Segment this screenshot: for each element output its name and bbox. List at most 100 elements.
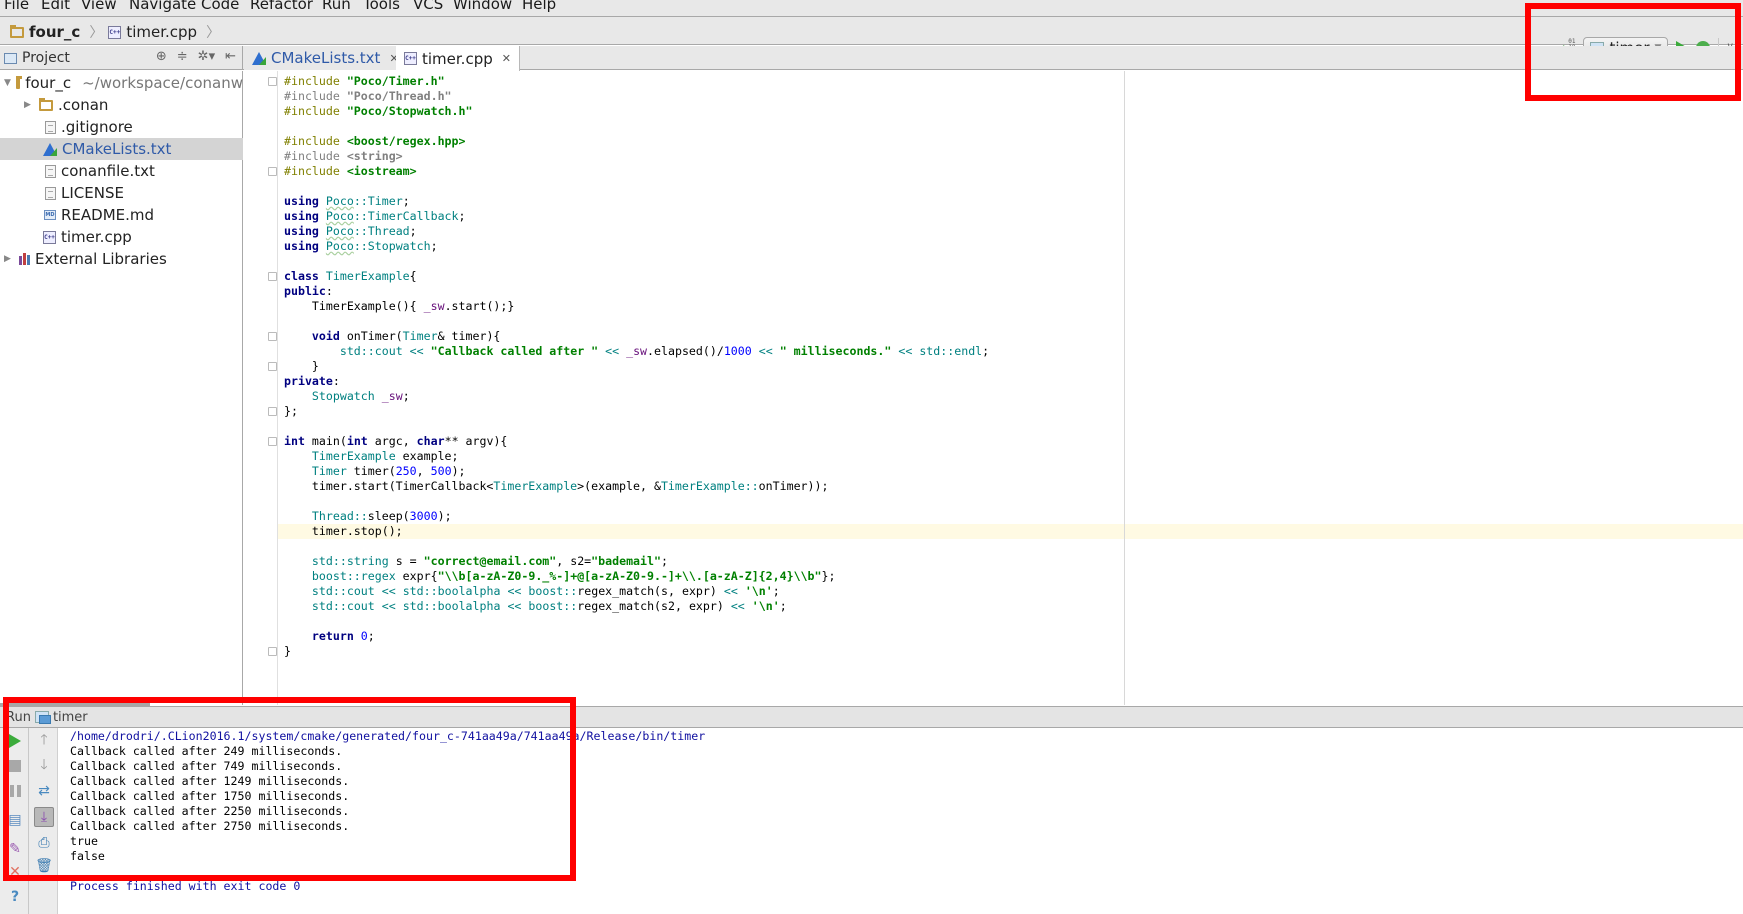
- code-line[interactable]: [284, 179, 989, 194]
- scroll-down-icon[interactable]: 🡓: [34, 756, 54, 776]
- code-line[interactable]: public:: [284, 284, 989, 299]
- run-panel-config[interactable]: timer: [53, 710, 88, 725]
- code-line[interactable]: [284, 419, 989, 434]
- code-line[interactable]: Thread::sleep(3000);: [284, 509, 989, 524]
- collapse-all-icon[interactable]: ≑: [177, 49, 188, 64]
- tree-item-readme[interactable]: MD README.md: [0, 204, 243, 226]
- code-line[interactable]: #include <string>: [284, 149, 989, 164]
- code-editor[interactable]: #include "Poco/Timer.h" #include "Poco/Th…: [244, 71, 1743, 705]
- fold-icon[interactable]: [268, 272, 277, 281]
- stop-icon[interactable]: [5, 756, 25, 776]
- code-line[interactable]: return 0;: [284, 629, 989, 644]
- code-line[interactable]: using Poco::TimerCallback;: [284, 209, 989, 224]
- tree-item-cmakelists[interactable]: CMakeLists.txt: [0, 138, 243, 160]
- cpp-file-icon: C++: [43, 230, 56, 244]
- code-line[interactable]: std::cout << std::boolalpha << boost::re…: [284, 584, 989, 599]
- menu-help[interactable]: Help: [522, 0, 556, 13]
- fold-icon[interactable]: [268, 362, 277, 371]
- code-line[interactable]: using Poco::Thread;: [284, 224, 989, 239]
- menu-edit[interactable]: Edit: [41, 0, 70, 13]
- menu-refactor[interactable]: Refactor: [250, 0, 313, 13]
- tab-cmakelists[interactable]: CMakeLists.txt ✕: [244, 46, 408, 70]
- close-icon[interactable]: ✕: [5, 862, 25, 882]
- code-content[interactable]: #include "Poco/Timer.h" #include "Poco/Th…: [284, 74, 989, 659]
- pin-icon[interactable]: ✎: [5, 839, 25, 859]
- breadcrumb-file[interactable]: timer.cpp: [126, 23, 197, 41]
- code-line[interactable]: int main(int argc, char** argv){: [284, 434, 989, 449]
- menu-navigate[interactable]: Navigate: [129, 0, 196, 13]
- code-line[interactable]: TimerExample example;: [284, 449, 989, 464]
- code-line[interactable]: #include "Poco/Timer.h": [284, 74, 989, 89]
- run-panel-title[interactable]: Run: [6, 710, 31, 725]
- code-line[interactable]: }: [284, 359, 989, 374]
- close-icon[interactable]: ✕: [502, 52, 511, 65]
- tree-item-root[interactable]: ▼ four_c ~/workspace/conanw: [0, 72, 243, 94]
- fold-icon[interactable]: [268, 437, 277, 446]
- scroll-up-icon[interactable]: 🡑: [34, 731, 54, 751]
- tab-timer-cpp[interactable]: C++ timer.cpp ✕: [396, 46, 520, 71]
- code-line[interactable]: }: [284, 644, 989, 659]
- console-output[interactable]: /home/drodri/.CLion2016.1/system/cmake/g…: [70, 729, 705, 894]
- code-line[interactable]: Timer timer(250, 500);: [284, 464, 989, 479]
- clear-icon[interactable]: 🗑: [34, 856, 54, 876]
- code-line[interactable]: };: [284, 404, 989, 419]
- code-line[interactable]: [284, 494, 989, 509]
- rerun-icon[interactable]: [5, 731, 25, 751]
- code-line[interactable]: [284, 614, 989, 629]
- fold-icon[interactable]: [268, 647, 277, 656]
- tree-item-timer-cpp[interactable]: C++ timer.cpp: [0, 226, 243, 248]
- code-line[interactable]: #include "Poco/Stopwatch.h": [284, 104, 989, 119]
- fold-icon[interactable]: [268, 167, 277, 176]
- code-line[interactable]: TimerExample(){ _sw.start();}: [284, 299, 989, 314]
- pause-icon[interactable]: [5, 781, 25, 801]
- code-line[interactable]: Stopwatch _sw;: [284, 389, 989, 404]
- menu-view[interactable]: View: [81, 0, 117, 13]
- code-line[interactable]: [284, 314, 989, 329]
- tree-item-external-libraries[interactable]: ▶ External Libraries: [0, 248, 243, 270]
- gear-icon[interactable]: ✲▾: [198, 49, 215, 64]
- code-line[interactable]: class TimerExample{: [284, 269, 989, 284]
- menu-vcs[interactable]: VCS: [413, 0, 443, 13]
- code-line[interactable]: #include <boost/regex.hpp>: [284, 134, 989, 149]
- code-line[interactable]: void onTimer(Timer& timer){: [284, 329, 989, 344]
- code-line[interactable]: timer.stop();: [284, 524, 989, 539]
- code-line[interactable]: [284, 119, 989, 134]
- soft-wrap-icon[interactable]: ⇄: [34, 781, 54, 801]
- tree-item-conan[interactable]: ▶ .conan: [0, 94, 243, 116]
- expand-arrow-icon[interactable]: ▶: [24, 100, 34, 110]
- hide-panel-icon[interactable]: ⇤: [225, 49, 236, 64]
- code-line[interactable]: [284, 539, 989, 554]
- expand-arrow-icon[interactable]: ▶: [4, 254, 14, 264]
- help-icon[interactable]: ?: [5, 887, 25, 907]
- menu-window[interactable]: Window: [453, 0, 512, 13]
- code-line[interactable]: #include "Poco/Thread.h": [284, 89, 989, 104]
- print-icon[interactable]: ⎙: [34, 833, 54, 853]
- cpp-file-icon: C++: [404, 52, 417, 65]
- code-line[interactable]: std::cout << std::boolalpha << boost::re…: [284, 599, 989, 614]
- fold-icon[interactable]: [268, 407, 277, 416]
- layout-icon[interactable]: ▤: [5, 810, 25, 830]
- project-panel-title[interactable]: Project: [22, 50, 70, 66]
- scroll-to-end-icon[interactable]: ⤓: [34, 807, 54, 827]
- locate-icon[interactable]: ⊕: [156, 49, 167, 64]
- menu-run[interactable]: Run: [322, 0, 351, 13]
- code-line[interactable]: #include <iostream>: [284, 164, 989, 179]
- tree-item-gitignore[interactable]: .gitignore: [0, 116, 243, 138]
- menu-code[interactable]: Code: [201, 0, 239, 13]
- tree-item-conanfile[interactable]: conanfile.txt: [0, 160, 243, 182]
- code-line[interactable]: using Poco::Timer;: [284, 194, 989, 209]
- fold-icon[interactable]: [268, 332, 277, 341]
- code-line[interactable]: [284, 254, 989, 269]
- menu-file[interactable]: File: [4, 0, 29, 13]
- code-line[interactable]: std::cout << "Callback called after " <<…: [284, 344, 989, 359]
- code-line[interactable]: timer.start(TimerCallback<TimerExample>(…: [284, 479, 989, 494]
- menu-tools[interactable]: Tools: [363, 0, 400, 13]
- breadcrumb-project[interactable]: four_c: [29, 23, 80, 41]
- fold-icon[interactable]: [268, 77, 277, 86]
- expand-arrow-icon[interactable]: ▼: [4, 78, 11, 88]
- code-line[interactable]: boost::regex expr{"\\b[a-zA-Z0-9._%-]+@[…: [284, 569, 989, 584]
- code-line[interactable]: using Poco::Stopwatch;: [284, 239, 989, 254]
- code-line[interactable]: private:: [284, 374, 989, 389]
- tree-item-license[interactable]: LICENSE: [0, 182, 243, 204]
- code-line[interactable]: std::string s = "correct@email.com", s2=…: [284, 554, 989, 569]
